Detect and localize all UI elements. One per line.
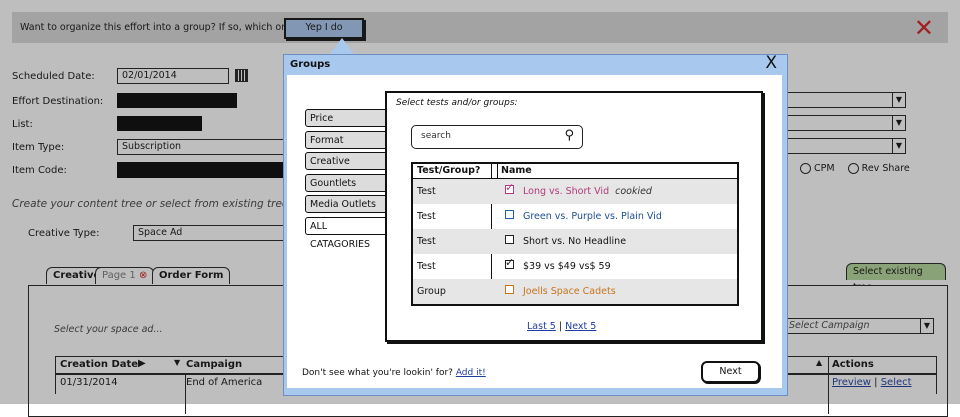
search-input[interactable]: search ⚲ bbox=[411, 125, 583, 149]
pager-separator: | bbox=[558, 321, 563, 332]
row-type: Test bbox=[417, 186, 436, 197]
modal-title: Groups bbox=[290, 59, 331, 70]
checkmark-icon: ✓ bbox=[505, 181, 515, 194]
category-tab-all[interactable]: ALL CATAGORIES bbox=[305, 217, 389, 250]
row-name-text: Joells Space Cadets bbox=[523, 286, 616, 297]
category-tab-gountlets[interactable]: Gountlets bbox=[305, 174, 387, 192]
row-note: cookied bbox=[615, 186, 652, 197]
row-name: Short vs. No Headline bbox=[523, 236, 626, 247]
pager: Last 5 | Next 5 bbox=[527, 321, 596, 332]
col-name: Name bbox=[501, 165, 532, 176]
category-tab-media-outlets[interactable]: Media Outlets bbox=[305, 195, 387, 213]
table-row[interactable]: Test ✓ $39 vs $49 vs$ 59 bbox=[413, 254, 737, 279]
row-type: Test bbox=[417, 211, 436, 222]
modal-body: Price Format Creative Gountlets Media Ou… bbox=[287, 75, 782, 388]
table-row[interactable]: Test Short vs. No Headline bbox=[413, 229, 737, 254]
row-name: Joells Space Cadets bbox=[523, 286, 616, 297]
row-name-text: $39 vs $49 vs$ 59 bbox=[523, 261, 611, 272]
column-divider bbox=[497, 164, 498, 178]
add-prompt: Don't see what you're lookin' for? Add i… bbox=[302, 368, 486, 378]
last-5-link[interactable]: Last 5 bbox=[527, 321, 556, 332]
table-row[interactable]: Group Joells Space Cadets bbox=[413, 279, 737, 304]
category-tab-creative[interactable]: Creative bbox=[305, 152, 387, 170]
row-checkbox[interactable] bbox=[505, 235, 514, 244]
checkmark-icon: ✓ bbox=[505, 256, 515, 269]
row-type: Test bbox=[417, 261, 436, 272]
row-checkbox[interactable]: ✓ bbox=[505, 181, 514, 194]
table-row[interactable]: Test ✓ Long vs. Short Vid cookied bbox=[413, 179, 737, 204]
row-checkbox[interactable] bbox=[505, 210, 514, 219]
row-name: $39 vs $49 vs$ 59 bbox=[523, 261, 611, 272]
col-test-group: Test/Group? bbox=[417, 165, 481, 176]
groups-modal: Groups X Price Format Creative Gountlets… bbox=[283, 53, 788, 396]
row-name: Green vs. Purple vs. Plain Vid bbox=[523, 211, 662, 222]
category-tab-format[interactable]: Format bbox=[305, 131, 387, 149]
row-checkbox[interactable]: ✓ bbox=[505, 256, 514, 269]
selection-instruction: Select tests and/or groups: bbox=[396, 98, 518, 108]
row-type: Test bbox=[417, 236, 436, 247]
search-icon[interactable]: ⚲ bbox=[564, 128, 574, 143]
search-placeholder: search bbox=[421, 131, 451, 141]
add-it-link[interactable]: Add it! bbox=[456, 368, 486, 378]
next-5-link[interactable]: Next 5 bbox=[565, 321, 596, 332]
row-name-text: Green vs. Purple vs. Plain Vid bbox=[523, 211, 662, 222]
next-button[interactable]: Next bbox=[701, 361, 760, 383]
row-type: Group bbox=[417, 286, 446, 297]
add-prompt-text: Don't see what you're lookin' for? bbox=[302, 368, 453, 378]
selection-panel: Select tests and/or groups: search ⚲ Tes… bbox=[385, 91, 763, 342]
category-tab-price[interactable]: Price bbox=[305, 109, 387, 127]
row-name: Long vs. Short Vid cookied bbox=[523, 186, 652, 197]
tests-groups-table: Test/Group? Name Test ✓ Long vs. Short Vid… bbox=[411, 162, 739, 306]
row-name-text: Long vs. Short Vid bbox=[523, 186, 610, 197]
row-name-text: Short vs. No Headline bbox=[523, 236, 627, 247]
close-icon[interactable]: X bbox=[765, 53, 777, 73]
table-header: Test/Group? Name bbox=[413, 164, 737, 179]
modal-pointer bbox=[330, 38, 354, 54]
row-checkbox[interactable] bbox=[505, 285, 514, 294]
table-row[interactable]: Test Green vs. Purple vs. Plain Vid bbox=[413, 204, 737, 229]
